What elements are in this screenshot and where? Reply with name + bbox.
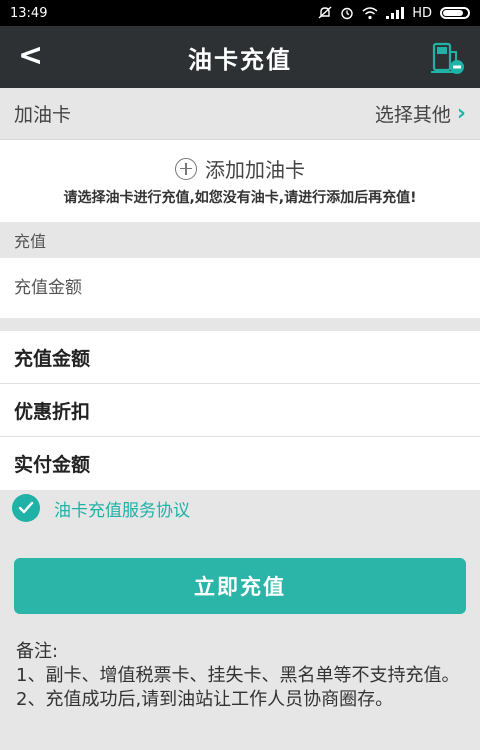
recharge-now-button[interactable]: 立即充值 (14, 558, 466, 614)
back-button[interactable]: < (18, 38, 54, 76)
check-icon (18, 501, 34, 514)
fuel-card-row: 加油卡 选择其他 › (0, 88, 480, 140)
agreement-checkbox[interactable] (12, 494, 40, 522)
select-other-label: 选择其他 (374, 104, 451, 126)
summary-list: 充值金额 优惠折扣 实付金额 (0, 331, 480, 490)
summary-row-discount: 优惠折扣 (0, 384, 480, 437)
amount-input-row (0, 258, 480, 318)
status-icons: HD (318, 6, 470, 21)
status-bar: 13:49 HD (0, 0, 480, 26)
battery-icon (440, 7, 470, 19)
agreement-link[interactable]: 油卡充值服务协议 (54, 496, 190, 521)
back-icon: < (18, 38, 44, 73)
page-title: 油卡充值 (188, 45, 292, 74)
add-card-button[interactable]: 添加加油卡 (0, 154, 480, 183)
signal-icon (386, 7, 405, 19)
wifi-icon (362, 6, 378, 20)
add-card-hint: 请选择油卡进行充值,如您没有油卡,请进行添加后再充值! (63, 190, 417, 206)
amount-input[interactable] (14, 278, 454, 298)
add-card-panel: 添加加油卡 请选择油卡进行充值,如您没有油卡,请进行添加后再充值! (0, 140, 480, 222)
status-time: 13:49 (10, 5, 48, 21)
summary-row-paid-amount: 实付金额 (14, 454, 91, 476)
chevron-right-icon: › (456, 101, 466, 126)
title-bar: < 油卡充值 (0, 26, 480, 88)
summary-row-recharge-amount: 充值金额 (0, 331, 480, 384)
agreement-row: 油卡充值服务协议 (12, 494, 190, 522)
gas-station-icon (431, 42, 464, 74)
gas-station-button[interactable] (426, 38, 466, 76)
add-card-label: 添加加油卡 (205, 158, 305, 182)
recharge-section-label: 充值 (0, 222, 480, 258)
plus-circle-icon (175, 157, 197, 180)
select-other-button[interactable]: 选择其他 › (375, 100, 466, 127)
notes-title: 备注: (16, 641, 59, 662)
alarm-icon (340, 6, 354, 20)
network-type: HD (412, 5, 432, 21)
notes: 备注: 1、副卡、增值税票卡、挂失卡、黑名单等不支持充值。 2、充值成功后,请到… (16, 640, 468, 712)
fuel-card-label: 加油卡 (14, 104, 72, 126)
mute-icon (318, 6, 332, 20)
notes-line-1: 1、副卡、增值税票卡、挂失卡、黑名单等不支持充值。 (16, 665, 460, 686)
notes-line-2: 2、充值成功后,请到油站让工作人员协商圈存。 (16, 689, 394, 710)
